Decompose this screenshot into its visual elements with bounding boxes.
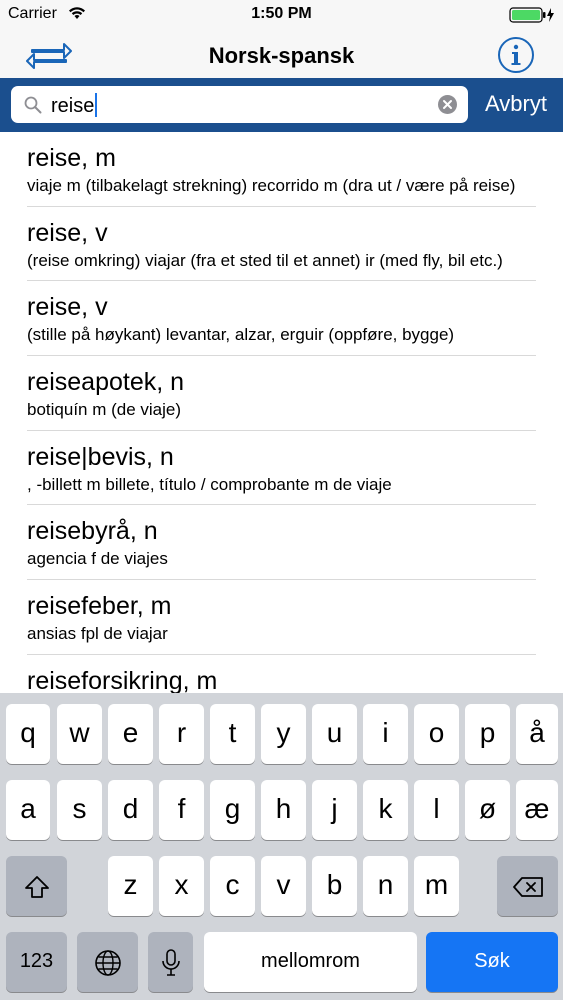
key-v[interactable]: v <box>261 856 306 916</box>
key-m[interactable]: m <box>414 856 459 916</box>
key-t[interactable]: t <box>210 704 255 764</box>
key-o[interactable]: o <box>414 704 459 764</box>
clear-search-icon[interactable] <box>438 95 457 114</box>
entry-definition: agencia f de viajes <box>27 549 168 569</box>
key-s[interactable]: s <box>57 780 102 840</box>
keyboard: q w e r t y u i o p å a s d f g h j k l … <box>0 693 563 1000</box>
status-bar: Carrier 1:50 PM <box>0 0 563 30</box>
key-e[interactable]: e <box>108 704 153 764</box>
key-n[interactable]: n <box>363 856 408 916</box>
globe-key[interactable] <box>77 932 138 992</box>
key-b[interactable]: b <box>312 856 357 916</box>
entry-term: reiseapotek, n <box>27 368 185 397</box>
shift-key[interactable] <box>6 856 67 916</box>
key-c[interactable]: c <box>210 856 255 916</box>
text-caret <box>95 93 98 117</box>
list-item[interactable]: reise|bevis, n , -billett m billete, tít… <box>0 431 563 506</box>
entry-term: reise|bevis, n <box>27 442 174 471</box>
key-l[interactable]: l <box>414 780 459 840</box>
search-return-key[interactable]: Søk <box>426 932 558 992</box>
backspace-key[interactable] <box>497 856 558 916</box>
list-item[interactable]: reise, v (reise omkring) viajar (fra et … <box>0 207 563 282</box>
key-d[interactable]: d <box>108 780 153 840</box>
space-key[interactable]: mellomrom <box>204 932 417 992</box>
list-item[interactable]: reisefeber, m ansias fpl de viajar <box>0 580 563 655</box>
result-list: reise, m viaje m (tilbakelagt strekning)… <box>0 132 563 693</box>
list-item[interactable]: reise, v (stille på høykant) levantar, a… <box>0 281 563 356</box>
search-bar: reise Avbryt <box>0 78 563 132</box>
entry-term: reisebyrå, n <box>27 517 158 546</box>
navigation-bar: Norsk-spansk <box>0 30 563 78</box>
key-p[interactable]: p <box>465 704 510 764</box>
list-item[interactable]: reiseforsikring, m <box>0 655 563 693</box>
list-item[interactable]: reise, m viaje m (tilbakelagt strekning)… <box>0 132 563 207</box>
dictation-key[interactable] <box>148 932 193 992</box>
key-q[interactable]: q <box>6 704 50 764</box>
key-f[interactable]: f <box>159 780 204 840</box>
entry-term: reiseforsikring, m <box>27 666 218 693</box>
key-w[interactable]: w <box>57 704 102 764</box>
entry-term: reisefeber, m <box>27 592 172 621</box>
search-input-value: reise <box>51 95 95 117</box>
list-item[interactable]: reisebyrå, n agencia f de viajes <box>0 505 563 580</box>
shift-icon <box>24 875 49 898</box>
key-x[interactable]: x <box>159 856 204 916</box>
battery-charging-icon <box>509 7 554 23</box>
key-z[interactable]: z <box>108 856 153 916</box>
entry-term: reise, v <box>27 218 108 247</box>
cancel-button[interactable]: Avbryt <box>485 91 547 117</box>
search-input[interactable]: reise <box>11 86 468 123</box>
key-h[interactable]: h <box>261 780 306 840</box>
key-i[interactable]: i <box>363 704 408 764</box>
backspace-icon <box>512 876 543 897</box>
entry-definition: ansias fpl de viajar <box>27 624 168 644</box>
search-icon <box>24 96 42 114</box>
key-g[interactable]: g <box>210 780 255 840</box>
key-u[interactable]: u <box>312 704 357 764</box>
key-oe[interactable]: ø <box>465 780 510 840</box>
key-y[interactable]: y <box>261 704 306 764</box>
page-title: Norsk-spansk <box>208 43 355 68</box>
key-aa[interactable]: å <box>516 704 558 764</box>
entry-term: reise, m <box>27 144 116 172</box>
entry-term: reise, v <box>27 293 108 322</box>
key-k[interactable]: k <box>363 780 408 840</box>
list-item[interactable]: reiseapotek, n botiquín m (de viaje) <box>0 356 563 431</box>
key-r[interactable]: r <box>159 704 204 764</box>
key-a[interactable]: a <box>6 780 50 840</box>
globe-icon <box>94 949 121 976</box>
entry-definition: (reise omkring) viajar (fra et sted til … <box>27 250 503 270</box>
microphone-icon <box>161 948 180 976</box>
key-ae[interactable]: æ <box>516 780 558 840</box>
entry-definition: , -billett m billete, título / comproban… <box>27 474 392 494</box>
entry-definition: viaje m (tilbakelagt strekning) recorrid… <box>27 176 516 195</box>
info-icon[interactable] <box>497 36 535 74</box>
status-time: 1:50 PM <box>251 5 312 22</box>
key-j[interactable]: j <box>312 780 357 840</box>
entry-definition: (stille på høykant) levantar, alzar, erg… <box>27 325 455 345</box>
numbers-key[interactable]: 123 <box>6 932 67 992</box>
entry-definition: botiquín m (de viaje) <box>27 400 182 420</box>
